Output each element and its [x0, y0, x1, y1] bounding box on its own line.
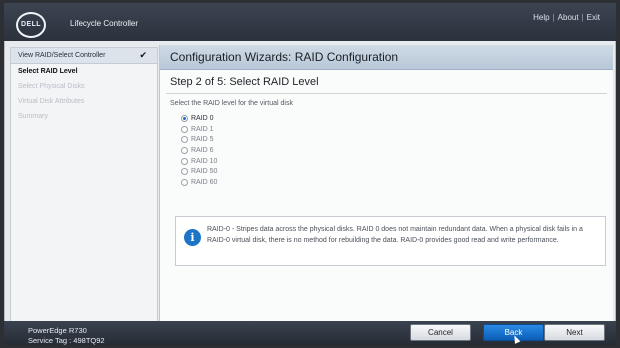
next-button[interactable]: Next	[544, 324, 605, 341]
sidebar-item-label: Select Physical Disks	[18, 83, 85, 90]
raid-info-box: i RAID-0 - Stripes data across the physi…	[175, 216, 606, 266]
top-links: Help | About | Exit	[533, 13, 600, 22]
info-icon: i	[184, 229, 201, 246]
about-link[interactable]: About	[558, 13, 579, 22]
instruction-text: Select the RAID level for the virtual di…	[170, 100, 293, 107]
wizard-content: Configuration Wizards: RAID Configuratio…	[159, 45, 613, 321]
raid-option-raid-5[interactable]: RAID 5	[181, 134, 217, 145]
sidebar-item-virtual-disk-attributes: Virtual Disk Attributes	[11, 94, 157, 109]
radio-selected-icon[interactable]	[181, 114, 188, 122]
bottom-bar: PowerEdge R730 Service Tag : 498TQ92 Can…	[4, 321, 616, 345]
top-bar: DELL Lifecycle Controller Help | About | Exi…	[4, 3, 616, 41]
sidebar-item-label: View RAID/Select Controller	[18, 52, 106, 59]
raid-option-label: RAID 1	[191, 125, 214, 133]
sidebar-item-select-physical-disks: Select Physical Disks	[11, 79, 157, 94]
raid-option-raid-6[interactable]: RAID 6	[181, 145, 217, 156]
raid-option-label: RAID 0	[191, 114, 214, 122]
service-tag: Service Tag : 498TQ92	[28, 336, 105, 345]
radio-icon[interactable]	[181, 136, 188, 144]
checkmark-icon: ✔	[139, 50, 147, 60]
raid-level-radio-group: RAID 0 RAID 1 RAID 5 RAID 6 RAID 10 RAID…	[181, 113, 217, 188]
raid-option-label: RAID 10	[191, 157, 218, 165]
step-title: Step 2 of 5: Select RAID Level	[170, 76, 319, 88]
link-separator: |	[581, 13, 584, 22]
divider	[166, 93, 607, 94]
raid-option-label: RAID 60	[191, 178, 218, 186]
radio-icon[interactable]	[181, 168, 188, 176]
help-link[interactable]: Help	[533, 13, 549, 22]
raid-option-raid-0[interactable]: RAID 0	[181, 113, 217, 124]
link-separator: |	[552, 13, 555, 22]
radio-icon[interactable]	[181, 146, 188, 154]
exit-link[interactable]: Exit	[587, 13, 600, 22]
raid-option-label: RAID 5	[191, 136, 214, 144]
raid-option-label: RAID 6	[191, 146, 214, 154]
sidebar-item-label: Summary	[18, 113, 48, 120]
sidebar-item-summary: Summary	[11, 109, 157, 124]
page-title: Configuration Wizards: RAID Configuratio…	[170, 50, 399, 64]
wizard-steps-sidebar: View RAID/Select Controller ✔ Select RAI…	[10, 47, 158, 323]
content-header: Configuration Wizards: RAID Configuratio…	[160, 45, 613, 70]
radio-icon[interactable]	[181, 125, 188, 133]
radio-icon[interactable]	[181, 157, 188, 165]
sidebar-item-view-raid[interactable]: View RAID/Select Controller ✔	[11, 48, 157, 64]
raid-option-raid-1[interactable]: RAID 1	[181, 124, 217, 135]
raid-option-raid-10[interactable]: RAID 10	[181, 156, 217, 167]
product-name: Lifecycle Controller	[70, 19, 139, 28]
raid-option-label: RAID 50	[191, 168, 218, 176]
sidebar-item-label: Virtual Disk Attributes	[18, 98, 85, 105]
lifecycle-controller-screen: DELL Lifecycle Controller Help | About | Exi…	[4, 3, 616, 345]
raid-option-raid-50[interactable]: RAID 50	[181, 166, 217, 177]
cancel-button[interactable]: Cancel	[410, 324, 471, 341]
dell-logo: DELL	[16, 12, 46, 38]
sidebar-item-select-raid-level[interactable]: Select RAID Level	[11, 64, 157, 79]
raid-description: RAID-0 - Stripes data across the physica…	[207, 226, 583, 244]
radio-icon[interactable]	[181, 178, 188, 186]
server-model: PowerEdge R730	[28, 326, 87, 335]
sidebar-item-label: Select RAID Level	[18, 68, 78, 75]
raid-option-raid-60[interactable]: RAID 60	[181, 177, 217, 188]
